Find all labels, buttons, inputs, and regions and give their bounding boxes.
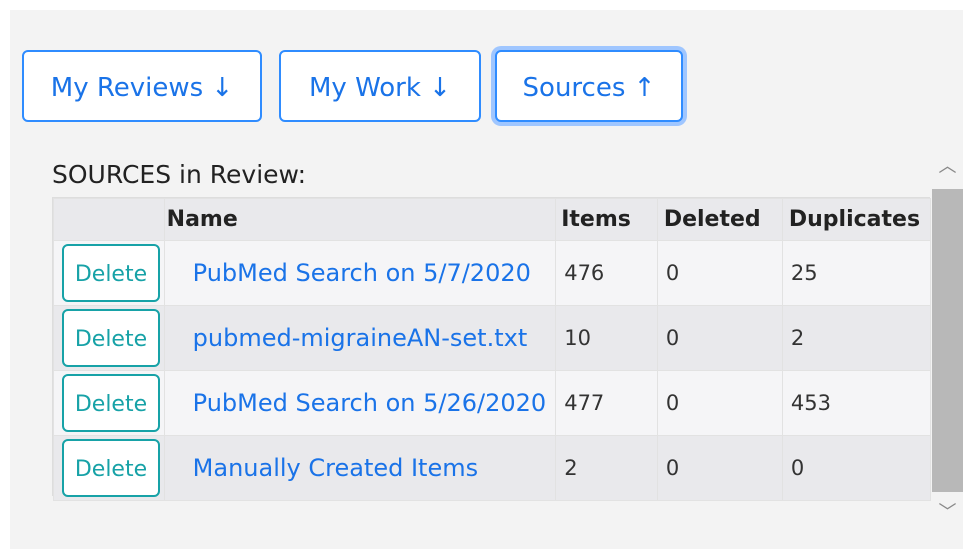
header-items: Items [555, 198, 658, 241]
source-name-link[interactable]: PubMed Search on 5/26/2020 [165, 389, 547, 417]
items-cell: 2 [555, 435, 658, 501]
deleted-cell: 0 [656, 435, 783, 501]
chevron-up-icon[interactable]: ︿ [932, 152, 963, 182]
delete-button[interactable]: Delete [62, 374, 160, 432]
duplicates-cell: 453 [781, 370, 932, 436]
scrollbar-thumb[interactable] [932, 189, 963, 492]
chevron-down-icon[interactable]: ﹀ [932, 498, 963, 528]
sources-button[interactable]: Sources ↑ [495, 50, 683, 122]
source-name-link[interactable]: PubMed Search on 5/7/2020 [165, 259, 531, 287]
my-reviews-button[interactable]: My Reviews ↓ [22, 50, 262, 122]
table-row: Delete PubMed Search on 5/7/2020 476 0 2… [53, 240, 932, 306]
table-row: Delete PubMed Search on 5/26/2020 477 0 … [53, 370, 932, 436]
delete-button[interactable]: Delete [62, 439, 160, 497]
deleted-cell: 0 [656, 370, 783, 436]
source-name-link[interactable]: pubmed-migraineAN-set.txt [165, 324, 528, 352]
items-cell: 477 [555, 370, 658, 436]
duplicates-cell: 0 [781, 435, 932, 501]
deleted-cell: 0 [656, 305, 783, 371]
items-cell: 10 [555, 305, 658, 371]
table-row: Delete pubmed-migraineAN-set.txt 10 0 2 [53, 305, 932, 371]
items-cell: 476 [555, 240, 658, 306]
deleted-cell: 0 [656, 240, 783, 306]
header-actions [53, 198, 165, 241]
section-title: SOURCES in Review: [52, 160, 307, 189]
my-work-button[interactable]: My Work ↓ [279, 50, 481, 122]
header-duplicates: Duplicates [781, 198, 932, 241]
table-header-row: Name Items Deleted Duplicates [53, 198, 932, 241]
header-deleted: Deleted [656, 198, 783, 241]
duplicates-cell: 2 [781, 305, 932, 371]
source-name-link[interactable]: Manually Created Items [165, 454, 478, 482]
delete-button[interactable]: Delete [62, 309, 160, 367]
sources-table: Name Items Deleted Duplicates Delete Pub… [52, 197, 932, 501]
duplicates-cell: 25 [781, 240, 932, 306]
delete-button[interactable]: Delete [62, 244, 160, 302]
header-name: Name [163, 198, 557, 241]
table-row: Delete Manually Created Items 2 0 0 [53, 435, 932, 501]
